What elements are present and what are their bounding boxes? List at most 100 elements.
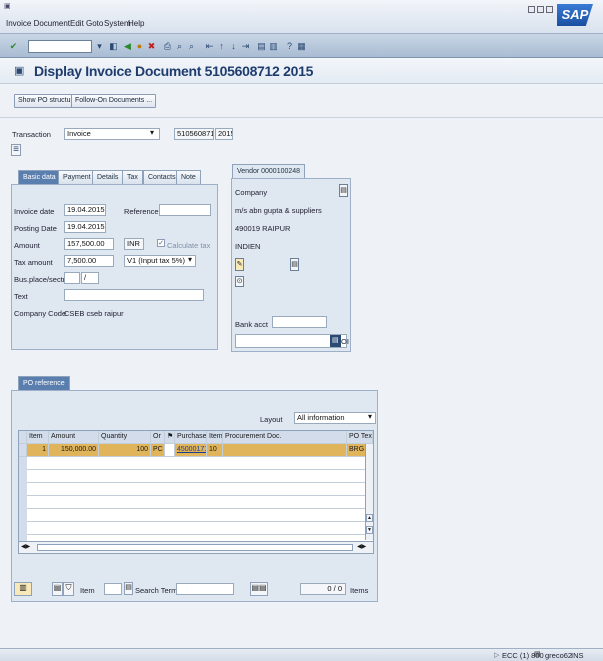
column-header-flag-icon[interactable]: ⚑: [165, 431, 175, 444]
tax-code-select[interactable]: V1 (Input tax 5%): [124, 255, 196, 267]
help-icon[interactable]: ?: [284, 40, 295, 52]
close-icon[interactable]: [546, 6, 553, 13]
header-toggle-icon[interactable]: ≡: [11, 144, 21, 156]
print-icon[interactable]: ⎙: [162, 40, 173, 52]
enter-icon[interactable]: ✔: [8, 40, 19, 52]
tab-note[interactable]: Note: [176, 170, 201, 184]
filter-icon[interactable]: ⛉: [63, 582, 74, 596]
maximize-icon[interactable]: [537, 6, 544, 13]
column-header[interactable]: Quantity: [99, 431, 151, 444]
tab-po-reference[interactable]: PO reference: [18, 376, 70, 390]
purchase-order-link[interactable]: 4500017179: [175, 444, 207, 457]
tab-tax[interactable]: Tax: [122, 170, 143, 184]
table-cell[interactable]: PC: [151, 444, 165, 457]
scroll-left-icon[interactable]: ◀▶: [21, 543, 30, 550]
find-icon[interactable]: ⌕: [174, 40, 185, 52]
menu-system[interactable]: System: [104, 19, 131, 28]
system-info-icon[interactable]: ▤: [534, 650, 541, 658]
vendor-address-icon[interactable]: ▤: [290, 258, 299, 271]
scroll-right-icon[interactable]: ◀▶: [357, 543, 366, 550]
save-icon[interactable]: ◧: [108, 40, 119, 52]
text-field[interactable]: [64, 289, 204, 301]
company-code-value: CSEB cseb raipur: [64, 309, 124, 318]
tab-payment[interactable]: Payment: [58, 170, 96, 184]
invoice-date-field[interactable]: 19.04.2015: [64, 204, 106, 216]
command-dropdown-icon[interactable]: ▾: [94, 40, 105, 52]
table-cell[interactable]: 1: [27, 444, 49, 457]
table-cell[interactable]: 10: [207, 444, 223, 457]
menu-invoice-document[interactable]: Invoice Document: [6, 19, 70, 28]
status-arrow-icon[interactable]: ▷: [494, 651, 499, 659]
find-next-icon[interactable]: ⌕: [186, 40, 197, 52]
vendor-note-icon[interactable]: ✎: [235, 258, 244, 271]
currency-field[interactable]: INR: [124, 238, 144, 250]
item-search-field[interactable]: [104, 583, 122, 595]
follow-on-documents-button[interactable]: Follow-On Documents ...: [71, 94, 157, 108]
column-header[interactable]: Item: [207, 431, 223, 444]
bank-acct-field[interactable]: [272, 316, 327, 328]
minimize-icon[interactable]: [528, 6, 535, 13]
exit-icon[interactable]: ●: [134, 40, 145, 52]
prev-page-icon[interactable]: ↑: [216, 40, 227, 52]
scroll-up-icon[interactable]: ▲: [366, 514, 373, 522]
horizontal-scrollbar[interactable]: ◀▶ ◀▶: [19, 541, 373, 553]
amount-field[interactable]: 157,500.00: [64, 238, 114, 250]
bus-place-field[interactable]: [64, 272, 80, 284]
shortcut-icon[interactable]: ▥: [268, 40, 279, 52]
scrollbar-thumb[interactable]: [37, 544, 353, 551]
table-cell[interactable]: 150,000.00: [49, 444, 99, 457]
transaction-select[interactable]: Invoice: [64, 128, 160, 140]
vendor-tab[interactable]: Vendor 0000100248: [232, 164, 306, 178]
scroll-down-icon[interactable]: ▼: [366, 526, 373, 534]
reference-label: Reference: [124, 207, 159, 216]
search-term-icon[interactable]: ▤: [124, 582, 133, 595]
insert-row-icon[interactable]: ▤: [52, 582, 63, 596]
tab-contacts[interactable]: Contacts: [143, 170, 181, 184]
create-session-icon[interactable]: ▤: [256, 40, 267, 52]
column-header[interactable]: Purchase ...: [175, 431, 207, 444]
row-checkbox[interactable]: [165, 444, 175, 457]
bus-section-field[interactable]: /: [81, 272, 99, 284]
vertical-scrollbar[interactable]: ▲ ▼: [365, 444, 373, 540]
column-header[interactable]: Item: [27, 431, 49, 444]
vendor-name: m/s abn gupta & suppliers: [235, 206, 322, 215]
column-header[interactable]: Amount: [49, 431, 99, 444]
first-page-icon[interactable]: ⇤: [204, 40, 215, 52]
command-field[interactable]: [28, 40, 92, 53]
vendor-city: 490019 RAIPUR: [235, 224, 291, 233]
menu-help[interactable]: Help: [128, 19, 144, 28]
select-all-icon[interactable]: ▥: [14, 582, 32, 596]
menu-edit[interactable]: Edit: [70, 19, 84, 28]
open-items-label[interactable]: OI: [341, 337, 349, 346]
next-page-icon[interactable]: ↓: [228, 40, 239, 52]
search-term-field[interactable]: [176, 583, 234, 595]
tax-amount-field[interactable]: 7,500.00: [64, 255, 114, 267]
sap-window-icon[interactable]: ▣: [4, 2, 11, 10]
open-items-icon[interactable]: ▤: [330, 335, 341, 347]
tab-details[interactable]: Details: [92, 170, 124, 184]
chevron-down-icon[interactable]: ▾: [368, 412, 372, 421]
column-header[interactable]: PO Text: [347, 431, 373, 444]
items-label: Items: [350, 586, 369, 595]
reference-field[interactable]: [159, 204, 211, 216]
back-icon[interactable]: ◀: [122, 40, 133, 52]
tab-basic-data[interactable]: Basic data: [18, 170, 61, 184]
layout-icon[interactable]: ▦: [296, 40, 307, 52]
chevron-down-icon[interactable]: ▾: [188, 255, 192, 264]
last-page-icon[interactable]: ⇥: [240, 40, 251, 52]
row-selector[interactable]: [19, 444, 27, 457]
calculate-tax-checkbox[interactable]: ✓: [157, 239, 165, 247]
document-overview-icon[interactable]: ▣: [14, 64, 24, 77]
find-next-icon[interactable]: ▤▤: [250, 582, 268, 596]
posting-date-field[interactable]: 19.04.2015: [64, 221, 106, 233]
table-cell[interactable]: 100: [99, 444, 151, 457]
cancel-icon[interactable]: ✖: [146, 40, 157, 52]
column-header[interactable]: Procurement Doc.: [223, 431, 347, 444]
vendor-details-icon[interactable]: ▤: [339, 184, 348, 197]
menu-goto[interactable]: Goto: [86, 19, 103, 28]
column-header[interactable]: Or: [151, 431, 165, 444]
layout-select[interactable]: All information: [294, 412, 376, 424]
table-cell[interactable]: [223, 444, 347, 457]
chevron-down-icon[interactable]: ▾: [150, 128, 154, 137]
vendor-bank-icon[interactable]: ⊙: [235, 276, 244, 287]
